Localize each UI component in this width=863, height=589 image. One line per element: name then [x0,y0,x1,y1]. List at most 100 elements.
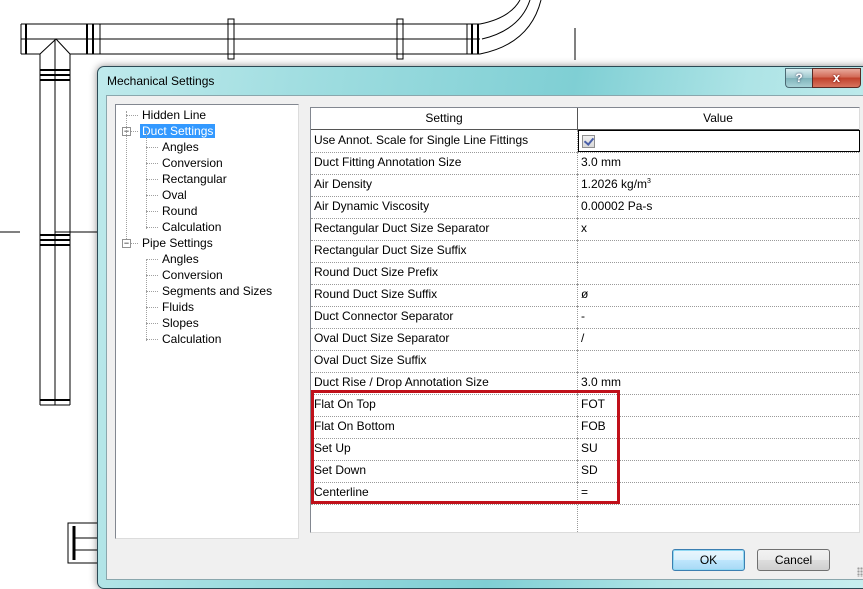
setting-value-cell[interactable]: 3.0 mm [578,372,858,394]
setting-value-text: 3.0 mm [581,375,622,389]
tree-item[interactable]: Round [160,203,199,219]
setting-value-text: - [581,309,585,323]
setting-value-cell[interactable] [578,262,858,284]
close-button[interactable]: x [812,68,861,88]
tree-item[interactable]: Angles [160,251,201,267]
tree-item-label: Hidden Line [142,108,207,122]
setting-name-cell: Duct Connector Separator [311,306,578,328]
tree-item[interactable]: Conversion [160,267,225,283]
tree-connector [146,275,158,276]
tree-connector [146,291,158,292]
resize-grip-icon[interactable] [857,567,863,577]
tree-item[interactable]: Duct Settings [140,123,216,139]
tree-item[interactable]: Pipe Settings [140,235,215,251]
mechanical-settings-dialog: Mechanical Settings ? x Hidden Line Duct … [97,66,863,589]
tree-item[interactable]: Rectangular [160,171,229,187]
grid-row[interactable]: Oval Duct Size Suffix [311,350,859,373]
tree-connector [146,147,158,148]
settings-grid[interactable]: Setting Value Use Annot. Scale for Singl… [310,107,860,533]
grid-row[interactable]: Rectangular Duct Size Suffix [311,240,859,263]
column-header-setting[interactable]: Setting [311,108,578,129]
setting-value-cell[interactable]: FOT [578,394,858,416]
tree-item[interactable]: Slopes [160,315,201,331]
help-icon: ? [795,71,803,85]
setting-value-cell[interactable] [578,350,858,372]
tree-connector [146,339,158,340]
grid-row[interactable]: Oval Duct Size Separator / [311,328,859,351]
tree-item-label: Angles [162,252,199,266]
column-header-value[interactable]: Value [578,108,858,129]
setting-name-cell: Rectangular Duct Size Suffix [311,240,578,262]
setting-value-cell[interactable]: x [578,218,858,240]
setting-value-cell[interactable]: FOB [578,416,858,438]
tree-item-label: Pipe Settings [142,236,213,250]
dialog-client-area: Hidden Line Duct Settings − Angles Conversio… [106,95,863,580]
tree-item[interactable]: Oval [160,187,189,203]
setting-name-cell: Set Up [311,438,578,460]
tree-item[interactable]: Calculation [160,219,223,235]
setting-value-cell[interactable] [578,240,858,262]
tree-connector [146,163,158,164]
grid-row[interactable]: Round Duct Size Suffix ø [311,284,859,307]
grid-row[interactable]: Flat On Bottom FOB [311,416,859,439]
checkbox-checked-icon[interactable] [582,135,595,148]
setting-value-cell[interactable]: 0.00002 Pa-s [578,196,858,218]
setting-value-cell[interactable]: = [578,482,858,504]
collapse-icon[interactable]: − [122,239,131,248]
grid-row[interactable]: Centerline = [311,482,859,505]
tree-item[interactable]: Fluids [160,299,196,315]
grid-row[interactable]: Duct Rise / Drop Annotation Size 3.0 mm [311,372,859,395]
ok-button[interactable]: OK [672,549,745,571]
grid-row[interactable]: Set Down SD [311,460,859,483]
tree-item[interactable]: Calculation [160,331,223,347]
grid-row[interactable]: Set Up SU [311,438,859,461]
tree-connector [146,259,147,341]
tree-connector [146,131,147,229]
grid-row[interactable]: Rectangular Duct Size Separator x [311,218,859,241]
setting-value-cell[interactable]: - [578,306,858,328]
tree-item-label: Angles [162,140,199,154]
setting-name-cell: Flat On Top [311,394,578,416]
setting-name-cell: Oval Duct Size Suffix [311,350,578,372]
help-button[interactable]: ? [785,68,812,88]
tree-connector [146,211,158,212]
tree-item-label: Calculation [162,332,222,346]
caption-buttons: ? x [785,68,861,88]
setting-name-cell: Air Dynamic Viscosity [311,196,578,218]
setting-name-cell: Duct Rise / Drop Annotation Size [311,372,578,394]
grid-header: Setting Value [311,108,859,130]
tree-connector [146,259,158,260]
setting-value-cell[interactable]: SU [578,438,858,460]
tree-item[interactable]: Hidden Line [140,107,208,123]
setting-value-cell[interactable] [578,130,860,152]
setting-name-cell: Duct Fitting Annotation Size [311,152,578,174]
grid-row[interactable]: Air Dynamic Viscosity 0.00002 Pa-s [311,196,859,219]
setting-value-text: FOB [581,419,606,433]
setting-value-cell[interactable]: SD [578,460,858,482]
tree-item-label: Slopes [162,316,199,330]
setting-value-text: 3.0 mm [581,155,622,169]
grid-row[interactable]: Duct Connector Separator - [311,306,859,329]
setting-value-text: SU [581,441,598,455]
close-icon: x [832,70,841,85]
cancel-button[interactable]: Cancel [757,549,830,571]
setting-name-cell: Set Down [311,460,578,482]
tree-item[interactable]: Segments and Sizes [160,283,274,299]
tree-item[interactable]: Angles [160,139,201,155]
setting-name-cell: Use Annot. Scale for Single Line Fitting… [311,130,578,152]
grid-row[interactable]: Flat On Top FOT [311,394,859,417]
setting-name-cell: Round Duct Size Suffix [311,284,578,306]
tree-connector [146,307,158,308]
grid-row[interactable]: Round Duct Size Prefix [311,262,859,285]
setting-value-cell[interactable]: ø [578,284,858,306]
grid-row[interactable]: Use Annot. Scale for Single Line Fitting… [311,130,860,153]
grid-row[interactable]: Air Density 1.2026 kg/m3 [311,174,859,197]
setting-value-cell[interactable]: / [578,328,858,350]
settings-tree[interactable]: Hidden Line Duct Settings − Angles Conversio… [115,104,299,539]
grid-row[interactable]: Duct Fitting Annotation Size 3.0 mm [311,152,859,175]
tree-connector [126,111,127,239]
tree-item-label: Fluids [162,300,195,314]
setting-value-cell[interactable]: 1.2026 kg/m3 [578,174,858,196]
tree-item[interactable]: Conversion [160,155,225,171]
setting-value-cell[interactable]: 3.0 mm [578,152,858,174]
